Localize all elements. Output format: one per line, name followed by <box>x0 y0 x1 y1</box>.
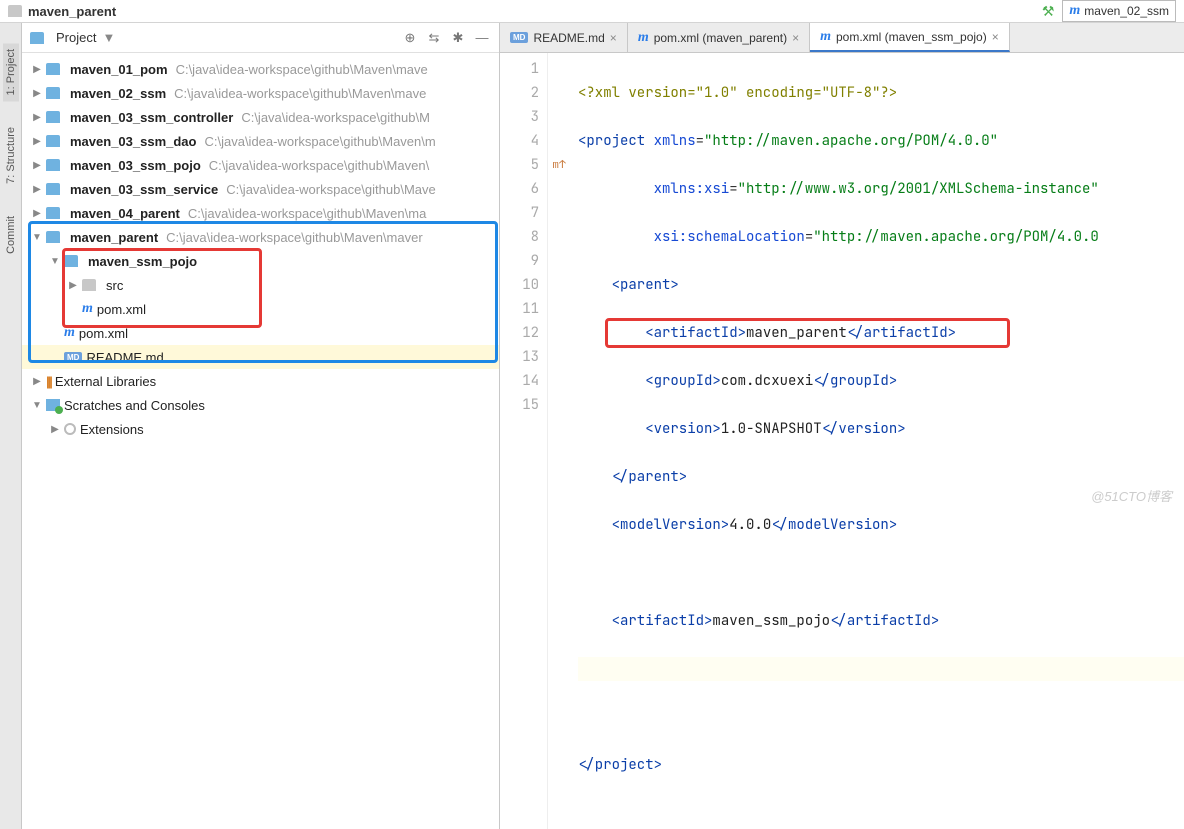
tree-item-pom-outer[interactable]: ▶mpom.xml <box>22 321 499 345</box>
editor[interactable]: 123456789101112131415 m↑ <?xml version="… <box>500 53 1184 829</box>
project-panel: Project ▼ ⊕ ⇆ ✱ — ▶maven_01_pomC:\java\i… <box>22 23 500 829</box>
module-icon <box>46 111 60 123</box>
close-icon[interactable]: × <box>992 30 999 44</box>
gutter-marks: m↑ <box>548 53 570 829</box>
tree-item[interactable]: ▶maven_02_ssmC:\java\idea-workspace\gith… <box>22 81 499 105</box>
hide-icon[interactable]: — <box>473 29 491 47</box>
tree-item-scratches[interactable]: ▼Scratches and Consoles <box>22 393 499 417</box>
run-config-label: maven_02_ssm <box>1084 4 1169 18</box>
code-content[interactable]: <?xml version="1.0" encoding="UTF-8"?> <… <box>570 53 1184 829</box>
expand-icon[interactable]: ⇆ <box>425 29 443 47</box>
tab-pom-ssm-pojo[interactable]: mpom.xml (maven_ssm_pojo)× <box>810 23 1010 52</box>
project-tree[interactable]: ▶maven_01_pomC:\java\idea-workspace\gith… <box>22 53 499 829</box>
maven-file-icon: m <box>82 301 93 317</box>
tool-tab-structure[interactable]: 7: Structure <box>3 121 19 190</box>
editor-tabs: MDREADME.md× mpom.xml (maven_parent)× mp… <box>500 23 1184 53</box>
project-header-icon <box>30 32 44 44</box>
gear-icon[interactable]: ✱ <box>449 29 467 47</box>
module-icon <box>46 63 60 75</box>
folder-icon <box>8 5 22 17</box>
maven-icon: m <box>1069 3 1080 19</box>
tree-item-extensions[interactable]: ▶Extensions <box>22 417 499 441</box>
markdown-icon: MD <box>64 352 82 363</box>
left-toolbar: 1: Project 7: Structure Commit <box>0 23 22 829</box>
module-icon <box>46 159 60 171</box>
tree-item-readme[interactable]: ▶MDREADME.md <box>22 345 499 369</box>
tree-item[interactable]: ▶maven_04_parentC:\java\idea-workspace\g… <box>22 201 499 225</box>
tree-item-maven-parent[interactable]: ▼maven_parentC:\java\idea-workspace\gith… <box>22 225 499 249</box>
module-icon <box>46 135 60 147</box>
tree-item[interactable]: ▶maven_03_ssm_pojoC:\java\idea-workspace… <box>22 153 499 177</box>
module-icon <box>46 231 60 243</box>
parent-up-icon[interactable]: m↑ <box>548 153 570 177</box>
tree-item[interactable]: ▶maven_03_ssm_serviceC:\java\idea-worksp… <box>22 177 499 201</box>
locate-icon[interactable]: ⊕ <box>401 29 419 47</box>
project-panel-header: Project ▼ ⊕ ⇆ ✱ — <box>22 23 499 53</box>
module-icon <box>46 87 60 99</box>
tree-item-src[interactable]: ▶src <box>22 273 499 297</box>
module-icon <box>46 207 60 219</box>
library-icon <box>46 374 51 389</box>
run-config-selector[interactable]: m maven_02_ssm <box>1062 0 1176 22</box>
module-icon <box>64 255 78 267</box>
build-icon[interactable]: ⚒ <box>1042 3 1055 20</box>
breadcrumb-folder[interactable]: maven_parent <box>28 4 116 19</box>
tree-item[interactable]: ▶maven_01_pomC:\java\idea-workspace\gith… <box>22 57 499 81</box>
tree-item-ssm-pojo[interactable]: ▼maven_ssm_pojo <box>22 249 499 273</box>
folder-icon <box>82 279 96 291</box>
tree-item-pom-inner[interactable]: ▶mpom.xml <box>22 297 499 321</box>
tab-readme[interactable]: MDREADME.md× <box>500 23 628 52</box>
tree-item[interactable]: ▶maven_03_ssm_daoC:\java\idea-workspace\… <box>22 129 499 153</box>
breadcrumb: maven_parent ⚒ m maven_02_ssm <box>0 0 1184 23</box>
markdown-icon: MD <box>510 32 528 43</box>
extensions-icon <box>64 423 76 435</box>
close-icon[interactable]: × <box>610 31 617 45</box>
watermark: @51CTO博客 <box>1091 486 1172 505</box>
tree-item[interactable]: ▶maven_03_ssm_controllerC:\java\idea-wor… <box>22 105 499 129</box>
module-icon <box>46 183 60 195</box>
line-number-gutter: 123456789101112131415 <box>500 53 548 829</box>
scratch-icon <box>46 399 60 411</box>
maven-file-icon: m <box>638 30 649 46</box>
tool-tab-commit[interactable]: Commit <box>3 210 19 260</box>
maven-file-icon: m <box>820 29 831 45</box>
editor-area: MDREADME.md× mpom.xml (maven_parent)× mp… <box>500 23 1184 829</box>
project-title[interactable]: Project <box>56 30 96 45</box>
close-icon[interactable]: × <box>792 31 799 45</box>
tree-item-ext-lib[interactable]: ▶External Libraries <box>22 369 499 393</box>
tool-tab-project[interactable]: 1: Project <box>3 43 19 101</box>
tab-pom-parent[interactable]: mpom.xml (maven_parent)× <box>628 23 810 52</box>
maven-file-icon: m <box>64 325 75 341</box>
